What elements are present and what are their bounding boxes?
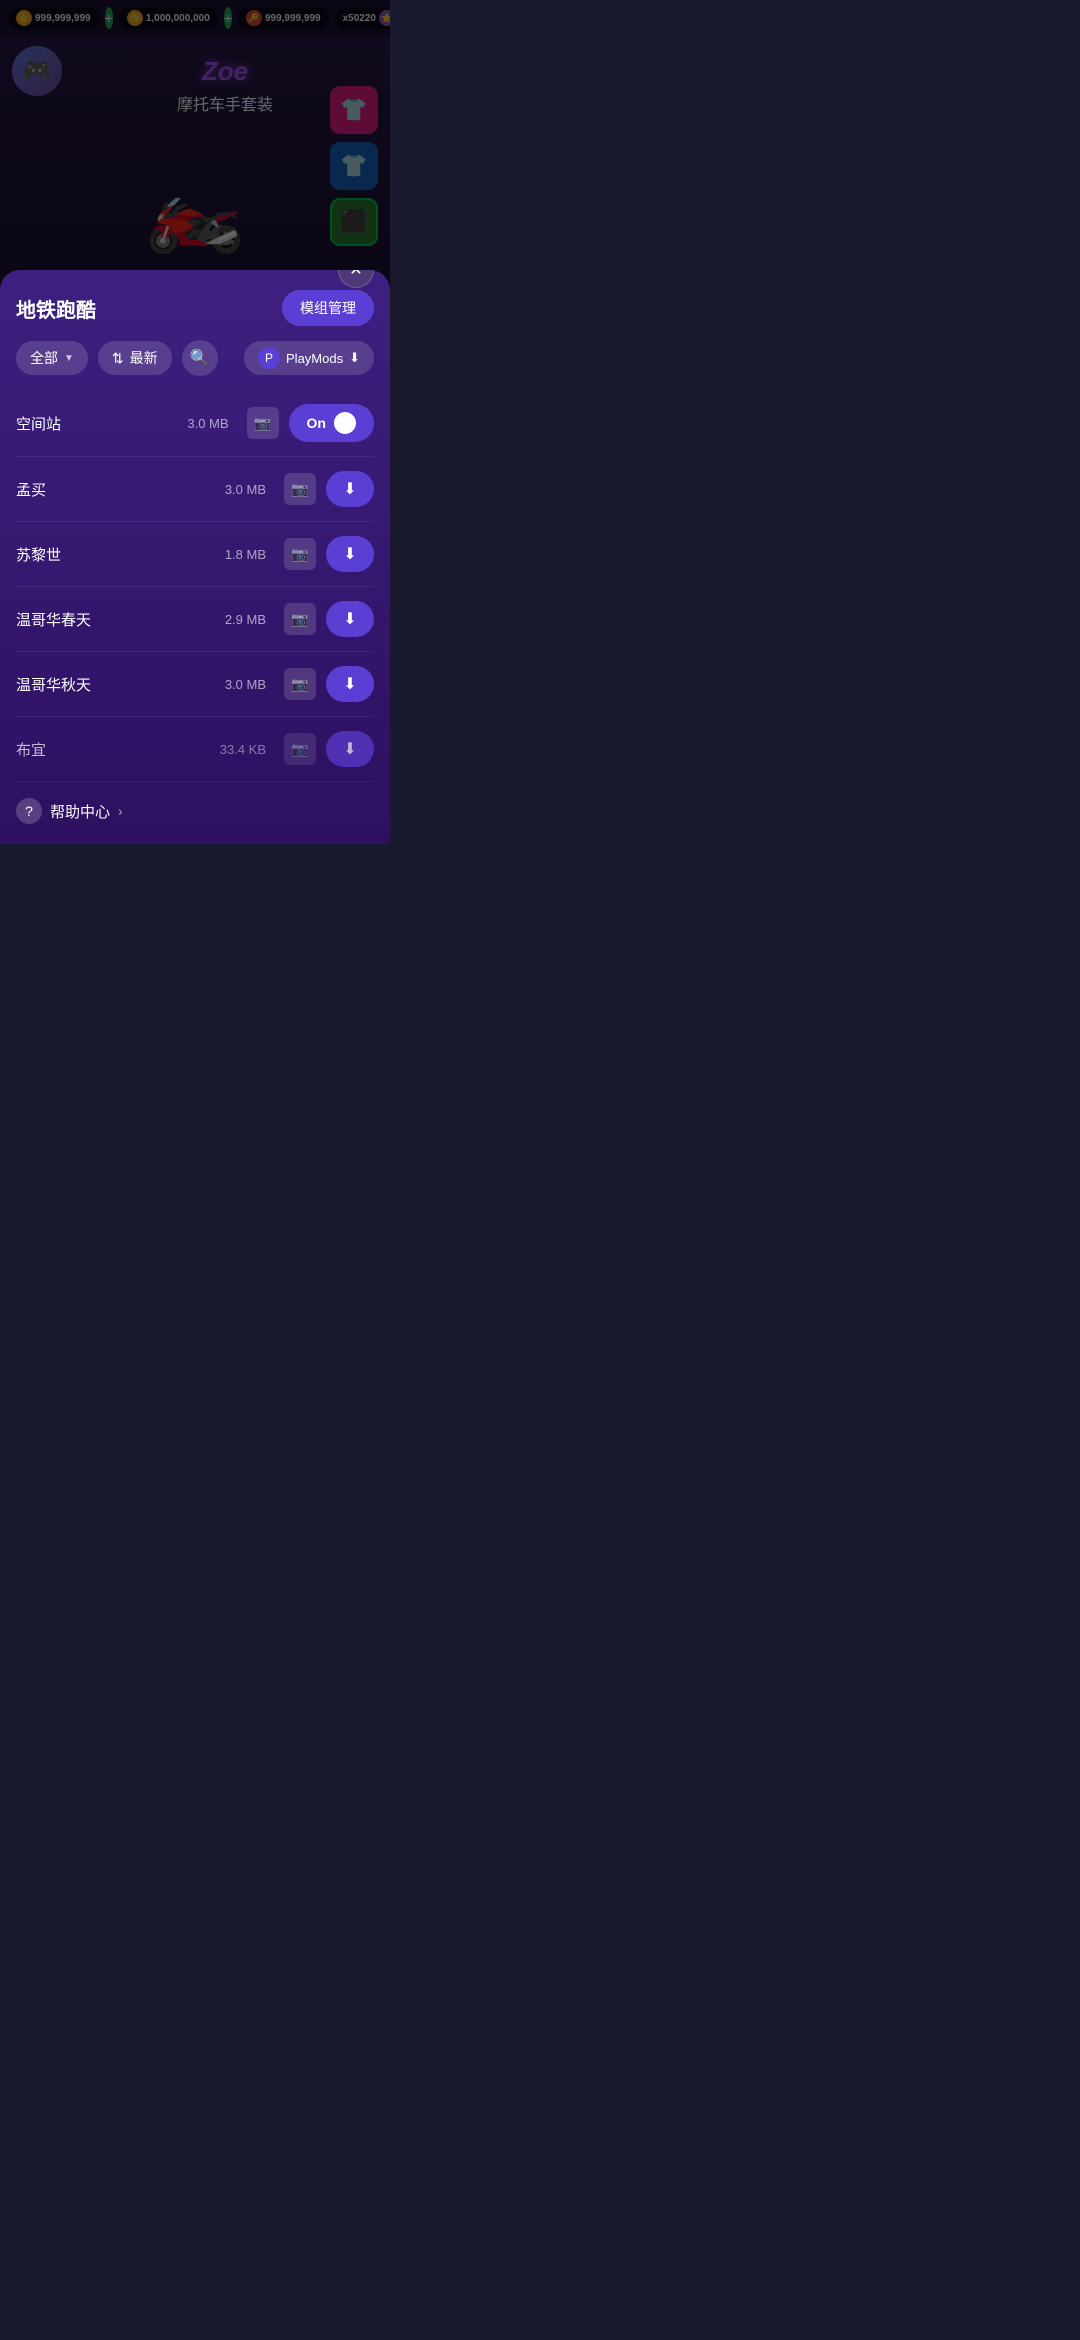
download-icon-2: ⬇ [343, 479, 356, 499]
sort-icon: ⇅ [112, 350, 124, 367]
playmods-button[interactable]: P PlayMods ⬇ [244, 341, 374, 375]
mod-name-2: 孟买 [16, 479, 215, 500]
mod-item-2: 孟买 3.0 MB 📷 ⬇ [16, 457, 374, 522]
filter-all-dropdown[interactable]: 全部 ▼ [16, 341, 88, 375]
preview-icon-4: 📷 [291, 611, 308, 628]
filter-newest-button[interactable]: ⇅ 最新 [98, 341, 172, 375]
mod-name-6: 布宜 [16, 739, 210, 760]
download-button-5[interactable]: ⬇ [326, 666, 374, 702]
mod-list: 空间站 3.0 MB 📷 On 孟买 3.0 MB 📷 ⬇ [0, 390, 390, 782]
chevron-down-icon: ▼ [64, 353, 74, 364]
playmods-icon: P [258, 347, 280, 369]
mod-size-5: 3.0 MB [225, 677, 266, 692]
search-button[interactable]: 🔍 [182, 340, 218, 376]
mod-size-3: 1.8 MB [225, 547, 266, 562]
mod-item-3: 苏黎世 1.8 MB 📷 ⬇ [16, 522, 374, 587]
mod-manage-button[interactable]: 模组管理 [282, 290, 374, 326]
download-icon-6: ⬇ [343, 739, 356, 759]
preview-icon-5: 📷 [291, 676, 308, 693]
mod-preview-button-2[interactable]: 📷 [284, 473, 316, 505]
preview-icon-2: 📷 [291, 481, 308, 498]
toggle-circle [334, 412, 356, 434]
preview-icon-6: 📷 [291, 741, 308, 758]
download-button-4[interactable]: ⬇ [326, 601, 374, 637]
chevron-right-icon: › [118, 803, 123, 819]
mod-name-1: 空间站 [16, 413, 177, 434]
filter-bar: 全部 ▼ ⇅ 最新 🔍 P PlayMods ⬇ [0, 340, 390, 390]
mod-preview-button-1[interactable]: 📷 [247, 407, 279, 439]
mod-modal: ✕ 地铁跑酷 模组管理 全部 ▼ ⇅ 最新 🔍 P PlayMods [0, 270, 390, 844]
preview-icon: 📷 [254, 415, 271, 432]
search-icon: 🔍 [190, 348, 210, 368]
modal-overlay[interactable]: ✕ 地铁跑酷 模组管理 全部 ▼ ⇅ 最新 🔍 P PlayMods [0, 0, 390, 844]
help-center[interactable]: ? 帮助中心 › [0, 782, 390, 824]
mod-name-3: 苏黎世 [16, 544, 215, 565]
toggle-on-label: On [307, 415, 326, 431]
mod-name-4: 温哥华春天 [16, 609, 215, 630]
mod-size-2: 3.0 MB [225, 482, 266, 497]
mod-preview-button-5[interactable]: 📷 [284, 668, 316, 700]
mod-size-1: 3.0 MB [187, 416, 228, 431]
mod-preview-button-3[interactable]: 📷 [284, 538, 316, 570]
mod-name-5: 温哥华秋天 [16, 674, 215, 695]
mod-item-4: 温哥华春天 2.9 MB 📷 ⬇ [16, 587, 374, 652]
modal-title: 地铁跑酷 [16, 294, 96, 323]
download-icon: ⬇ [349, 350, 360, 366]
mod-item-1: 空间站 3.0 MB 📷 On [16, 390, 374, 457]
download-button-6[interactable]: ⬇ [326, 731, 374, 767]
mod-size-6: 33.4 KB [220, 742, 266, 757]
download-button-2[interactable]: ⬇ [326, 471, 374, 507]
download-icon-4: ⬇ [343, 609, 356, 629]
mod-size-4: 2.9 MB [225, 612, 266, 627]
toggle-on-button-1[interactable]: On [289, 404, 374, 442]
download-icon-3: ⬇ [343, 544, 356, 564]
download-button-3[interactable]: ⬇ [326, 536, 374, 572]
modal-header: 地铁跑酷 模组管理 [0, 270, 390, 340]
help-center-label: 帮助中心 [50, 801, 110, 822]
preview-icon-3: 📷 [291, 546, 308, 563]
mod-item-5: 温哥华秋天 3.0 MB 📷 ⬇ [16, 652, 374, 717]
mod-preview-button-6[interactable]: 📷 [284, 733, 316, 765]
help-icon: ? [16, 798, 42, 824]
mod-preview-button-4[interactable]: 📷 [284, 603, 316, 635]
download-icon-5: ⬇ [343, 674, 356, 694]
mod-item-6: 布宜 33.4 KB 📷 ⬇ [16, 717, 374, 782]
